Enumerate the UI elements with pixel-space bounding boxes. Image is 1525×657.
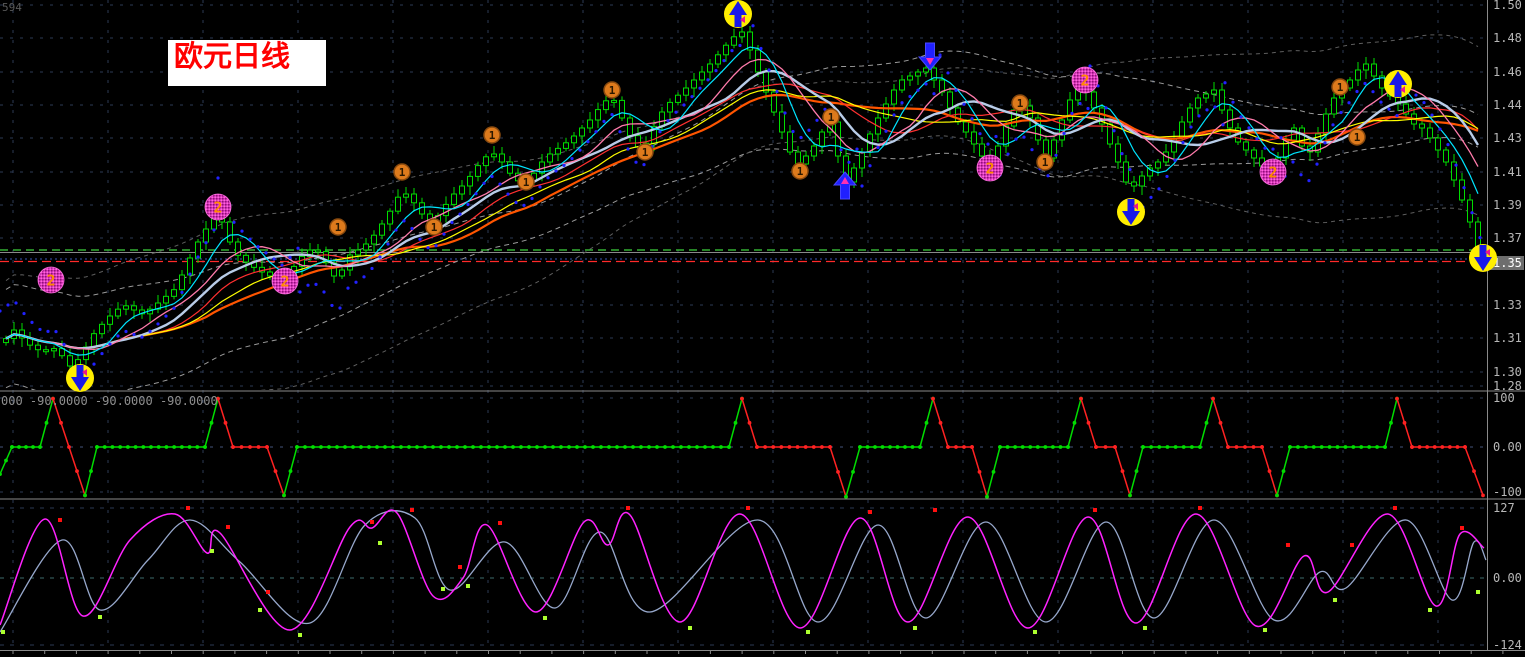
svg-text:1: 1 <box>431 221 438 234</box>
svg-text:1: 1 <box>642 146 649 159</box>
bar-count-text: 594 <box>2 1 22 14</box>
semaphore1-dot-icon: 1 <box>483 126 501 144</box>
semaphore1-dot-icon: 1 <box>791 162 809 180</box>
trading-chart-window: 1.50 1.48 1.46 1.44 1.43 1.41 1.39 1.37 1.33 1.31… <box>0 0 1525 657</box>
chart-note-text: 欧元日线 <box>174 39 291 73</box>
svg-text:1: 1 <box>1354 131 1361 144</box>
svg-text:2: 2 <box>280 273 289 291</box>
semaphore1-dot-icon: 1 <box>517 173 535 191</box>
axis-label: 100 <box>1493 391 1515 405</box>
semaphore2-dot-icon: 2 <box>976 154 1004 182</box>
axis-label: 1.43 <box>1493 131 1522 145</box>
axis-label: 0.00 <box>1493 571 1522 585</box>
semaphore1-dot-icon: 1 <box>1348 128 1366 146</box>
svg-text:2: 2 <box>985 160 994 178</box>
axis-label: 1.50 <box>1493 0 1522 12</box>
semaphore1-dot-icon: 1 <box>425 218 443 236</box>
svg-text:1: 1 <box>523 176 530 189</box>
axis-label: 127 <box>1493 501 1515 515</box>
semaphore1-dot-icon: 1 <box>603 81 621 99</box>
semaphore1-dot-icon: 1 <box>329 218 347 236</box>
semaphore1-dot-icon: 1 <box>822 108 840 126</box>
chart-note-label[interactable]: 欧元日线 <box>168 40 326 86</box>
axis-label: 0.00 <box>1493 440 1522 454</box>
semaphore2-dot-icon: 2 <box>1071 66 1099 94</box>
semaphore2-dot-icon: 2 <box>271 267 299 295</box>
svg-text:1: 1 <box>828 111 835 124</box>
semaphore2-dot-icon: 2 <box>37 266 65 294</box>
svg-text:2: 2 <box>1080 72 1089 90</box>
svg-text:1.35: 1.35 <box>1493 256 1522 270</box>
semaphore1-dot-icon: 1 <box>636 143 654 161</box>
axis-label: -124 <box>1493 638 1522 652</box>
svg-text:1: 1 <box>399 166 406 179</box>
axis-label: -100 <box>1493 485 1522 499</box>
svg-text:1: 1 <box>609 84 616 97</box>
axis-label: 1.41 <box>1493 165 1522 179</box>
axis-label: 1.33 <box>1493 298 1522 312</box>
buy-semaphore-icon <box>66 364 94 392</box>
svg-text:2: 2 <box>46 272 55 290</box>
semaphore2-dot-icon: 2 <box>204 193 232 221</box>
axis-label: 1.39 <box>1493 198 1522 212</box>
svg-text:1: 1 <box>1337 81 1344 94</box>
axis-label: 1.31 <box>1493 331 1522 345</box>
buy-semaphore-icon <box>1117 198 1145 226</box>
buy-semaphore-icon <box>1469 244 1497 272</box>
indicator-values-text: 000 -90.0000 -90.0000 -90.0000 <box>1 394 218 408</box>
axis-label: 1.48 <box>1493 31 1522 45</box>
semaphore1-dot-icon: 1 <box>1036 153 1054 171</box>
sell-semaphore-icon <box>724 0 752 28</box>
axis-label: 1.46 <box>1493 65 1522 79</box>
svg-text:1: 1 <box>797 165 804 178</box>
sell-semaphore-icon <box>1384 70 1412 98</box>
axis-label: 1.30 <box>1493 365 1522 379</box>
semaphore1-dot-icon: 1 <box>1011 94 1029 112</box>
svg-text:1: 1 <box>1042 156 1049 169</box>
svg-text:2: 2 <box>213 199 222 217</box>
semaphore1-dot-icon: 1 <box>393 163 411 181</box>
semaphore2-dot-icon: 2 <box>1259 158 1287 186</box>
svg-text:2: 2 <box>1268 164 1277 182</box>
svg-text:1: 1 <box>335 221 342 234</box>
svg-text:1: 1 <box>489 129 496 142</box>
axis-label: 1.44 <box>1493 98 1522 112</box>
chart-canvas[interactable]: 1.50 1.48 1.46 1.44 1.43 1.41 1.39 1.37 1.33 1.31… <box>0 0 1525 657</box>
svg-text:1: 1 <box>1017 97 1024 110</box>
axis-label: 1.37 <box>1493 231 1522 245</box>
semaphore1-dot-icon: 1 <box>1331 78 1349 96</box>
